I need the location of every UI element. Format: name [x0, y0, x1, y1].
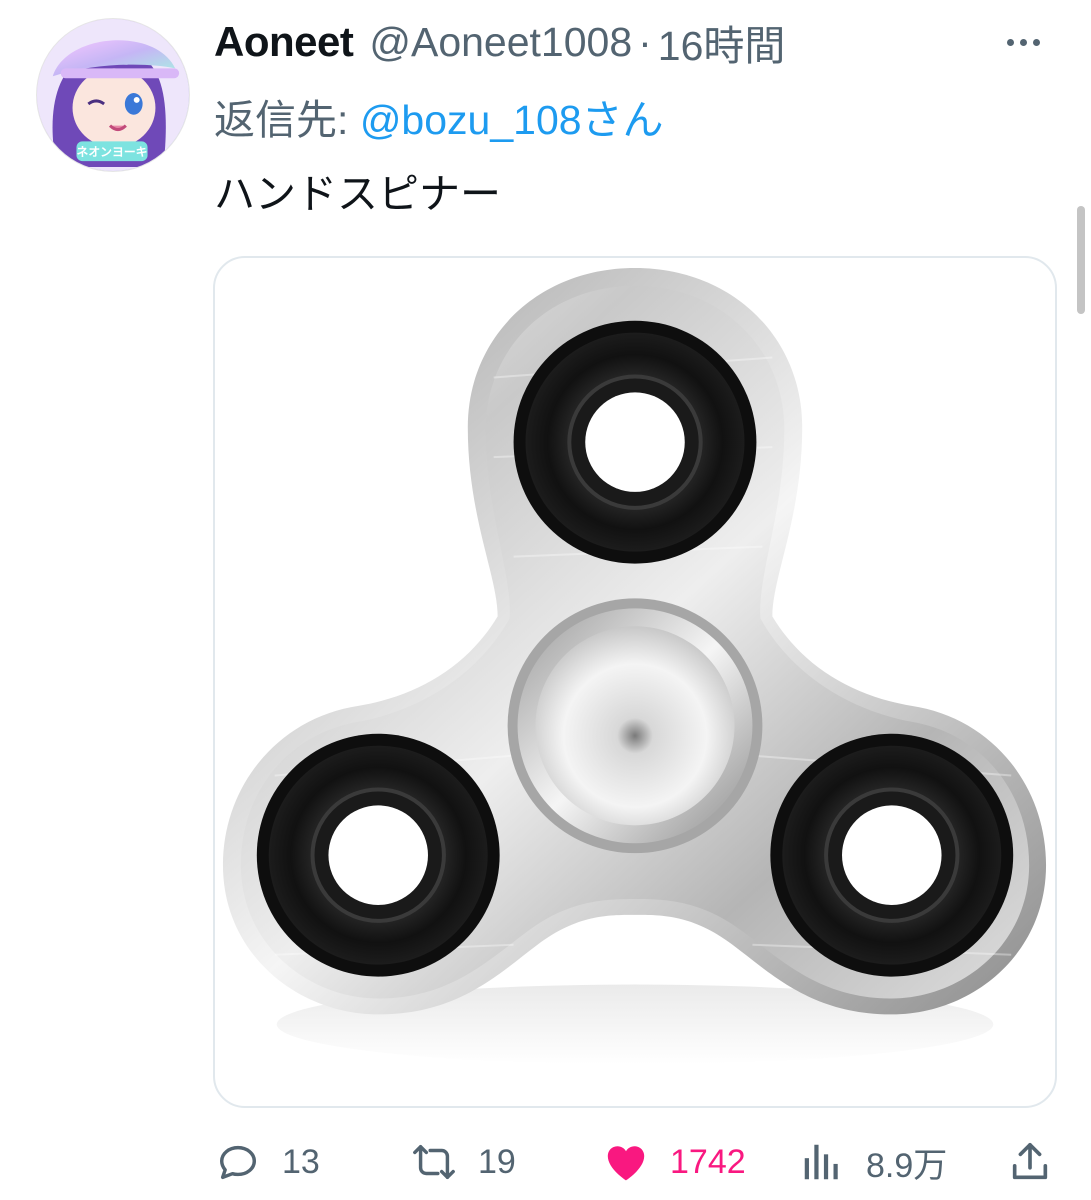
separator-dot: · — [638, 18, 652, 65]
display-name[interactable]: Aoneet — [214, 18, 354, 66]
tweet-media-image[interactable] — [213, 256, 1057, 1108]
reply-label: 返信先: — [214, 97, 349, 143]
reply-icon — [214, 1138, 262, 1186]
retweet-button[interactable]: 19 — [410, 1132, 516, 1192]
share-button[interactable] — [1006, 1132, 1054, 1192]
more-dot — [1006, 38, 1014, 46]
share-icon — [1006, 1138, 1054, 1186]
views-button[interactable]: 8.9万 — [798, 1132, 947, 1192]
avatar-illustration: ネオンヨーキ — [37, 19, 189, 171]
reply-count: 13 — [282, 1142, 320, 1181]
reply-mention-link[interactable]: @bozu_108さん — [360, 97, 664, 143]
user-handle[interactable]: @Aoneet1008 — [369, 19, 632, 66]
heart-icon — [602, 1138, 650, 1186]
reply-context: 返信先: @bozu_108さん — [214, 86, 664, 146]
tweet-text: ハンドスピナー — [214, 171, 501, 217]
reply-button[interactable]: 13 — [214, 1132, 320, 1192]
more-dot — [1019, 38, 1027, 46]
tweet-actions: 13 19 1742 8.9万 — [214, 1132, 1054, 1192]
retweet-icon — [410, 1138, 458, 1186]
timestamp[interactable]: 16時間 — [658, 12, 786, 72]
more-dot — [1032, 38, 1040, 46]
like-button[interactable]: 1742 — [602, 1132, 746, 1192]
tweet[interactable]: ネオンヨーキ Aoneet @Aoneet1008 · 16時間 返信先: @b… — [0, 0, 1091, 1200]
fidget-spinner-image — [222, 267, 1047, 1065]
avatar-badge-text: ネオンヨーキ — [77, 145, 148, 159]
scrollbar-thumb[interactable] — [1077, 206, 1085, 314]
tweet-header: Aoneet @Aoneet1008 · 16時間 — [214, 14, 1051, 70]
more-options-icon[interactable] — [995, 20, 1051, 64]
views-count: 8.9万 — [866, 1146, 948, 1185]
analytics-icon — [798, 1138, 846, 1186]
like-count: 1742 — [670, 1142, 746, 1181]
retweet-count: 19 — [478, 1142, 516, 1181]
avatar[interactable]: ネオンヨーキ — [36, 18, 190, 172]
